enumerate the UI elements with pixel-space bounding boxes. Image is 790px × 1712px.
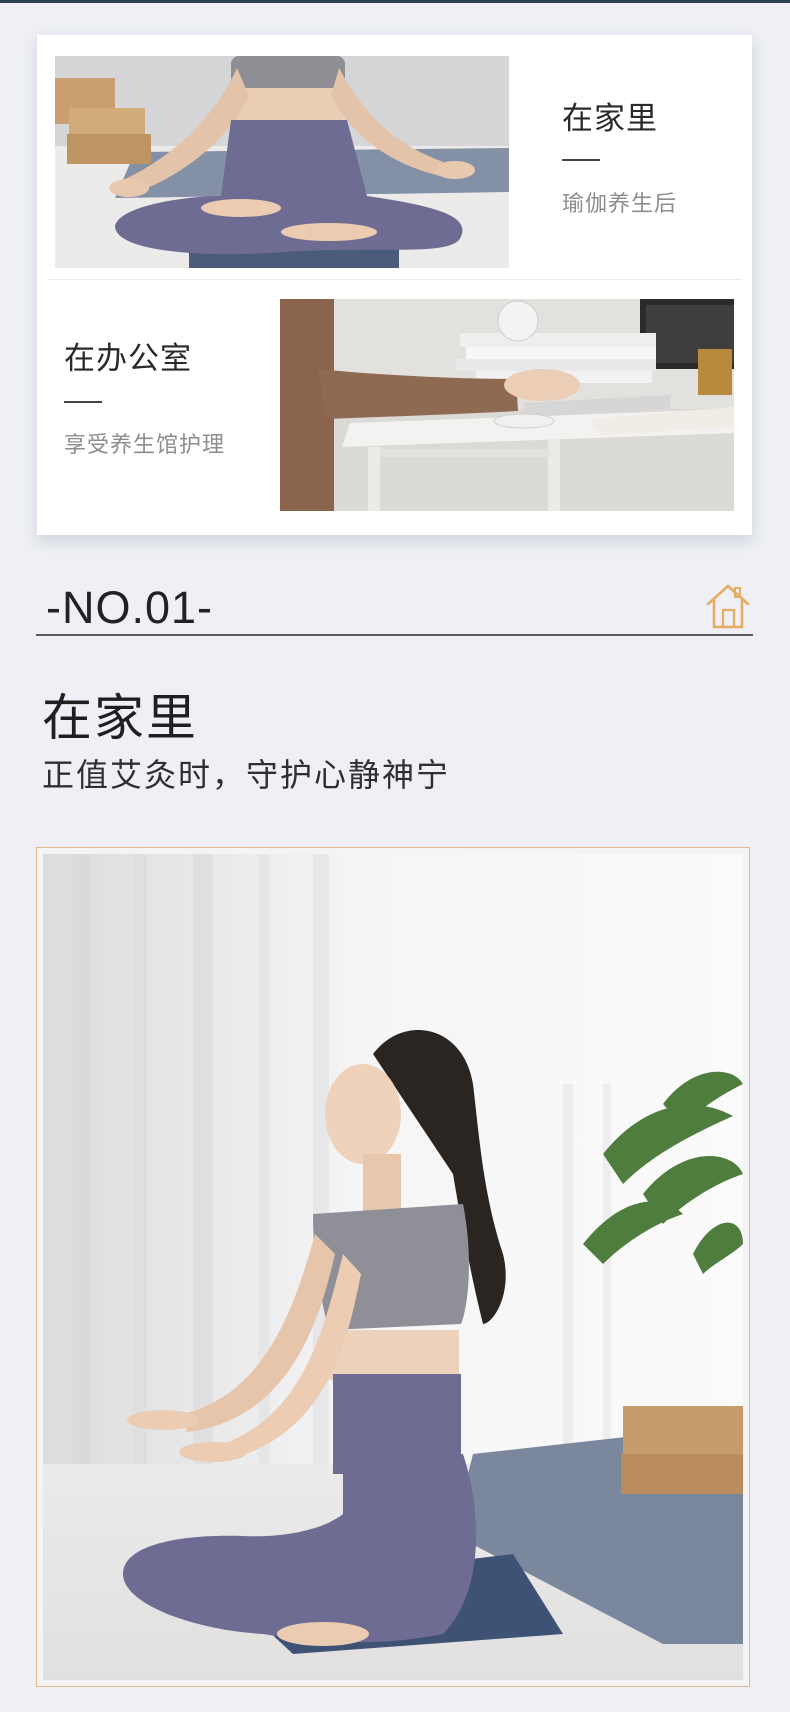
scene-subtitle-office: 享受养生馆护理	[64, 433, 226, 458]
photo-frame	[36, 847, 750, 1687]
meditation-at-home-photo	[55, 56, 509, 268]
house-icon	[705, 582, 751, 630]
woman-meditating-photo	[43, 854, 743, 1680]
scene-title-home: 在家里	[562, 101, 658, 137]
section-divider	[36, 634, 753, 636]
scene-title-office: 在办公室	[64, 341, 192, 377]
section-number: -NO.01-	[46, 582, 214, 633]
section-subheading: 正值艾灸时，守护心静神宁	[42, 756, 451, 794]
scene-dash	[562, 159, 600, 161]
scene-card: 在家里 瑜伽养生后 在办公室 享受养生馆护理	[37, 35, 752, 535]
typing-at-office-desk-photo	[280, 299, 734, 511]
scene-dash	[64, 401, 102, 403]
scene-subtitle-home: 瑜伽养生后	[562, 192, 678, 217]
section-heading: 在家里	[42, 689, 198, 747]
top-strip	[0, 0, 790, 3]
card-divider	[47, 279, 742, 280]
